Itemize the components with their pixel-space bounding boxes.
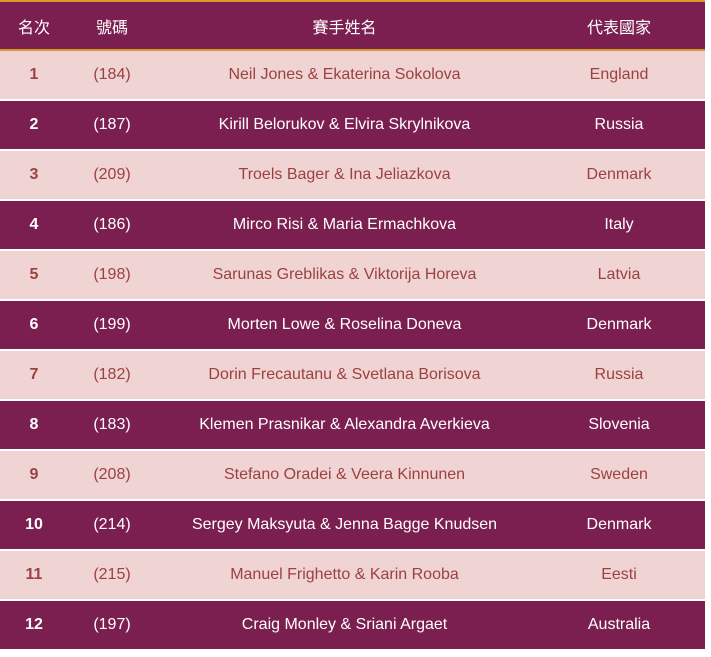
table-row: 9 (208) Stefano Oradei & Veera Kinnunen … — [0, 451, 705, 501]
country-cell: Slovenia — [533, 401, 705, 451]
table-body: 1 (184) Neil Jones & Ekaterina Sokolova … — [0, 51, 705, 651]
number-cell: (183) — [68, 401, 156, 451]
rank-cell: 7 — [0, 351, 68, 401]
name-cell: Craig Monley & Sriani Argaet — [156, 601, 533, 651]
name-cell: Troels Bager & Ina Jeliazkova — [156, 151, 533, 201]
number-cell: (215) — [68, 551, 156, 601]
country-cell: Australia — [533, 601, 705, 651]
number-cell: (197) — [68, 601, 156, 651]
table-row: 5 (198) Sarunas Greblikas & Viktorija Ho… — [0, 251, 705, 301]
header-rank: 名次 — [0, 2, 68, 51]
name-cell: Stefano Oradei & Veera Kinnunen — [156, 451, 533, 501]
country-cell: Italy — [533, 201, 705, 251]
table-row: 10 (214) Sergey Maksyuta & Jenna Bagge K… — [0, 501, 705, 551]
results-table: 名次 號碼 賽手姓名 代表國家 1 (184) Neil Jones & Eka… — [0, 2, 705, 651]
table-row: 3 (209) Troels Bager & Ina Jeliazkova De… — [0, 151, 705, 201]
rank-cell: 6 — [0, 301, 68, 351]
header-name: 賽手姓名 — [156, 2, 533, 51]
rank-cell: 3 — [0, 151, 68, 201]
country-cell: England — [533, 51, 705, 101]
name-cell: Klemen Prasnikar & Alexandra Averkieva — [156, 401, 533, 451]
name-cell: Morten Lowe & Roselina Doneva — [156, 301, 533, 351]
table-header: 名次 號碼 賽手姓名 代表國家 — [0, 2, 705, 51]
table-row: 4 (186) Mirco Risi & Maria Ermachkova It… — [0, 201, 705, 251]
table-row: 12 (197) Craig Monley & Sriani Argaet Au… — [0, 601, 705, 651]
table-row: 8 (183) Klemen Prasnikar & Alexandra Ave… — [0, 401, 705, 451]
number-cell: (214) — [68, 501, 156, 551]
rank-cell: 5 — [0, 251, 68, 301]
name-cell: Manuel Frighetto & Karin Rooba — [156, 551, 533, 601]
header-country: 代表國家 — [533, 2, 705, 51]
rank-cell: 8 — [0, 401, 68, 451]
table-row: 7 (182) Dorin Frecautanu & Svetlana Bori… — [0, 351, 705, 401]
number-cell: (184) — [68, 51, 156, 101]
country-cell: Denmark — [533, 501, 705, 551]
number-cell: (186) — [68, 201, 156, 251]
number-cell: (187) — [68, 101, 156, 151]
country-cell: Denmark — [533, 301, 705, 351]
rank-cell: 2 — [0, 101, 68, 151]
rank-cell: 9 — [0, 451, 68, 501]
rank-cell: 11 — [0, 551, 68, 601]
country-cell: Sweden — [533, 451, 705, 501]
rank-cell: 10 — [0, 501, 68, 551]
header-number: 號碼 — [68, 2, 156, 51]
rank-cell: 4 — [0, 201, 68, 251]
table-row: 6 (199) Morten Lowe & Roselina Doneva De… — [0, 301, 705, 351]
name-cell: Sarunas Greblikas & Viktorija Horeva — [156, 251, 533, 301]
name-cell: Sergey Maksyuta & Jenna Bagge Knudsen — [156, 501, 533, 551]
name-cell: Mirco Risi & Maria Ermachkova — [156, 201, 533, 251]
table-row: 11 (215) Manuel Frighetto & Karin Rooba … — [0, 551, 705, 601]
country-cell: Latvia — [533, 251, 705, 301]
number-cell: (199) — [68, 301, 156, 351]
number-cell: (208) — [68, 451, 156, 501]
rank-cell: 1 — [0, 51, 68, 101]
name-cell: Neil Jones & Ekaterina Sokolova — [156, 51, 533, 101]
table-row: 2 (187) Kirill Belorukov & Elvira Skryln… — [0, 101, 705, 151]
number-cell: (198) — [68, 251, 156, 301]
name-cell: Dorin Frecautanu & Svetlana Borisova — [156, 351, 533, 401]
country-cell: Eesti — [533, 551, 705, 601]
country-cell: Russia — [533, 351, 705, 401]
country-cell: Russia — [533, 101, 705, 151]
number-cell: (209) — [68, 151, 156, 201]
table-row: 1 (184) Neil Jones & Ekaterina Sokolova … — [0, 51, 705, 101]
results-table-container: 名次 號碼 賽手姓名 代表國家 1 (184) Neil Jones & Eka… — [0, 0, 705, 657]
number-cell: (182) — [68, 351, 156, 401]
country-cell: Denmark — [533, 151, 705, 201]
rank-cell: 12 — [0, 601, 68, 651]
header-row: 名次 號碼 賽手姓名 代表國家 — [0, 2, 705, 51]
name-cell: Kirill Belorukov & Elvira Skrylnikova — [156, 101, 533, 151]
